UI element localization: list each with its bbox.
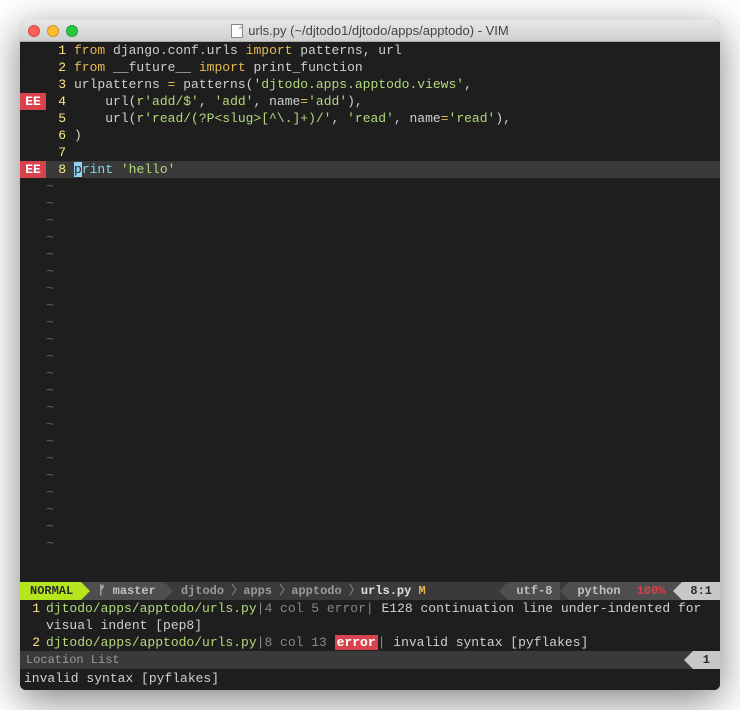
sign-column (20, 42, 46, 59)
empty-line-tilde: ~ (20, 195, 720, 212)
empty-line-tilde: ~ (20, 382, 720, 399)
empty-line-tilde: ~ (20, 178, 720, 195)
empty-line-tilde: ~ (20, 280, 720, 297)
window-title: urls.py (~/djtodo1/djtodo/apps/apptodo) … (248, 23, 509, 38)
sign-column (20, 144, 46, 161)
line-number: 8 (46, 161, 74, 178)
code-line[interactable]: 5 url(r'read/(?P<slug>[^\.]+)/', 'read',… (20, 110, 720, 127)
location-list-item[interactable]: 2djtodo/apps/apptodo/urls.py|8 col 13 er… (20, 634, 720, 651)
line-number: 4 (46, 93, 74, 110)
error-sign-icon: EE (20, 161, 46, 178)
code-text: from __future__ import print_function (74, 59, 363, 76)
vim-window: urls.py (~/djtodo1/djtodo/apps/apptodo) … (20, 20, 720, 690)
line-number: 6 (46, 127, 74, 144)
code-text: from django.conf.urls import patterns, u… (74, 42, 402, 59)
empty-line-tilde: ~ (20, 416, 720, 433)
empty-line-tilde: ~ (20, 501, 720, 518)
line-number: 1 (46, 42, 74, 59)
file-path: djtodo 〉apps 〉apptodo 〉urls.py M (173, 582, 500, 600)
code-line[interactable]: 3urlpatterns = patterns('djtodo.apps.app… (20, 76, 720, 93)
code-text: urlpatterns = patterns('djtodo.apps.appt… (74, 76, 472, 93)
empty-line-tilde: ~ (20, 399, 720, 416)
sign-column (20, 59, 46, 76)
titlebar: urls.py (~/djtodo1/djtodo/apps/apptodo) … (20, 20, 720, 42)
empty-line-tilde: ~ (20, 535, 720, 552)
error-sign-icon: EE (20, 93, 46, 110)
empty-line-tilde: ~ (20, 450, 720, 467)
empty-line-tilde: ~ (20, 518, 720, 535)
line-number: 3 (46, 76, 74, 93)
code-text: url(r'read/(?P<slug>[^\.]+)/', 'read', n… (74, 110, 511, 127)
empty-line-tilde: ~ (20, 263, 720, 280)
mode-indicator: NORMAL (20, 582, 81, 600)
close-icon[interactable] (28, 25, 40, 37)
empty-line-tilde: ~ (20, 212, 720, 229)
branch-icon: ᚠ (98, 584, 105, 598)
loclist-number: 2 (20, 634, 46, 651)
sign-column (20, 127, 46, 144)
code-line[interactable]: EE4 url(r'add/$', 'add', name='add'), (20, 93, 720, 110)
location-list-item[interactable]: 1djtodo/apps/apptodo/urls.py|4 col 5 err… (20, 600, 720, 634)
line-number: 7 (46, 144, 74, 161)
empty-line-tilde: ~ (20, 484, 720, 501)
statusline: NORMAL ᚠ master djtodo 〉apps 〉apptodo 〉u… (20, 582, 720, 600)
empty-line-tilde: ~ (20, 348, 720, 365)
git-branch: ᚠ master (90, 582, 164, 600)
loclist-number: 1 (20, 600, 46, 634)
empty-line-tilde: ~ (20, 467, 720, 484)
location-list-status: Location List 1 (20, 651, 720, 669)
line-number: 5 (46, 110, 74, 127)
code-text: ) (74, 127, 82, 144)
empty-line-tilde: ~ (20, 246, 720, 263)
code-line[interactable]: 2from __future__ import print_function (20, 59, 720, 76)
empty-line-tilde: ~ (20, 331, 720, 348)
document-icon (231, 24, 243, 38)
code-line[interactable]: 7 (20, 144, 720, 161)
encoding: utf-8 (508, 582, 560, 600)
scroll-percent: 100% (629, 582, 674, 600)
sign-column (20, 76, 46, 93)
minimize-icon[interactable] (47, 25, 59, 37)
code-line[interactable]: EE8print 'hello' (20, 161, 720, 178)
empty-line-tilde: ~ (20, 314, 720, 331)
filetype: python (569, 582, 628, 600)
cursor-position: 8:1 (682, 582, 720, 600)
location-list[interactable]: 1djtodo/apps/apptodo/urls.py|4 col 5 err… (20, 600, 720, 651)
command-line: invalid syntax [pyflakes] (20, 669, 720, 690)
code-line[interactable]: 1from django.conf.urls import patterns, … (20, 42, 720, 59)
empty-line-tilde: ~ (20, 297, 720, 314)
loclist-text: djtodo/apps/apptodo/urls.py|8 col 13 err… (46, 634, 720, 651)
zoom-icon[interactable] (66, 25, 78, 37)
line-number: 2 (46, 59, 74, 76)
sign-column (20, 110, 46, 127)
traffic-lights (28, 25, 78, 37)
code-text: url(r'add/$', 'add', name='add'), (74, 93, 363, 110)
loclist-text: djtodo/apps/apptodo/urls.py|4 col 5 erro… (46, 600, 720, 634)
code-text: print 'hello' (74, 161, 175, 178)
empty-line-tilde: ~ (20, 365, 720, 382)
editor-pane[interactable]: 1from django.conf.urls import patterns, … (20, 42, 720, 582)
empty-line-tilde: ~ (20, 433, 720, 450)
empty-line-tilde: ~ (20, 229, 720, 246)
code-line[interactable]: 6) (20, 127, 720, 144)
